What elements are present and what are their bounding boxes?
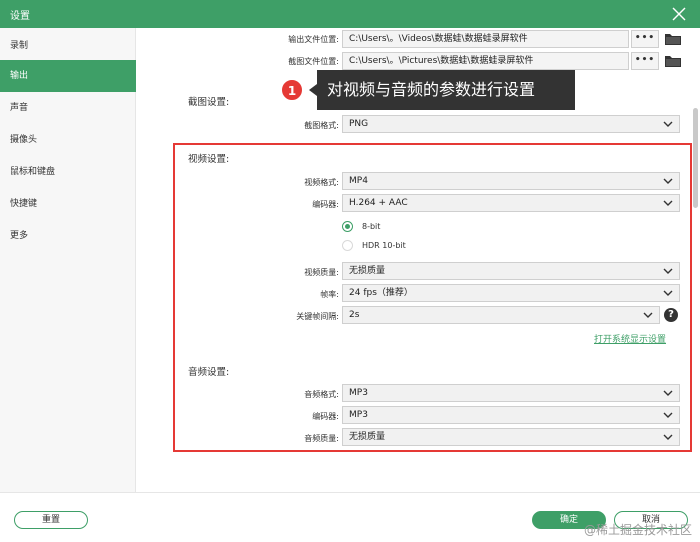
watermark: @稀土掘金技术社区 bbox=[583, 523, 692, 537]
keyframe-interval-label: 关键帧间隔: bbox=[296, 312, 339, 321]
sidebar-item-output[interactable]: 输出 bbox=[0, 60, 136, 92]
chevron-down-icon bbox=[643, 312, 653, 318]
sidebar-item-hotkeys[interactable]: 快捷键 bbox=[0, 188, 136, 220]
chevron-down-icon bbox=[663, 121, 673, 127]
select-value: MP4 bbox=[349, 176, 368, 186]
sidebar-item-label: 鼠标和键盘 bbox=[10, 167, 56, 177]
sidebar-item-sound[interactable]: 声音 bbox=[0, 92, 136, 124]
chevron-down-icon bbox=[663, 290, 673, 296]
sidebar-item-label: 录制 bbox=[10, 41, 29, 51]
select-value: PNG bbox=[349, 119, 369, 129]
select-value: H.264 + AAC bbox=[349, 198, 408, 208]
chevron-down-icon bbox=[663, 390, 673, 396]
select-value: 无损质量 bbox=[349, 266, 386, 276]
help-icon[interactable]: ? bbox=[664, 308, 678, 322]
sidebar-item-camera[interactable]: 摄像头 bbox=[0, 124, 136, 156]
sidebar-item-label: 快捷键 bbox=[10, 199, 38, 209]
audio-encoder-label: 编码器: bbox=[312, 412, 339, 421]
video-encoder-label: 编码器: bbox=[312, 200, 339, 209]
dialog-footer: 重置 确定 取消 @稀土掘金技术社区 bbox=[0, 492, 700, 542]
chevron-down-icon bbox=[663, 268, 673, 274]
video-format-select[interactable]: MP4 bbox=[342, 172, 680, 190]
video-encoder-select[interactable]: H.264 + AAC bbox=[342, 194, 680, 212]
audio-format-select[interactable]: MP3 bbox=[342, 384, 680, 402]
reset-button[interactable]: 重置 bbox=[14, 511, 88, 529]
chevron-down-icon bbox=[663, 200, 673, 206]
sidebar-item-label: 更多 bbox=[10, 231, 29, 241]
select-value: 2s bbox=[349, 310, 360, 320]
screenshot-path-field[interactable]: C:\Users\。\Pictures\数据蛙\数据蛙录屏软件 bbox=[342, 52, 629, 70]
callout-arrow bbox=[309, 84, 317, 96]
screenshot-format-select[interactable]: PNG bbox=[342, 115, 680, 133]
output-path-field[interactable]: C:\Users\。\Videos\数据蛙\数据蛙录屏软件 bbox=[342, 30, 629, 48]
screenshot-path-label: 截图文件位置: bbox=[288, 57, 339, 66]
chevron-down-icon bbox=[663, 412, 673, 418]
content-scrollbar[interactable] bbox=[693, 108, 698, 208]
bit-depth-8bit-label: 8-bit bbox=[362, 222, 381, 231]
select-value: 无损质量 bbox=[349, 432, 386, 442]
annotation-callout: 1 对视频与音频的参数进行设置 bbox=[281, 70, 575, 110]
screenshot-settings-title: 截图设置: bbox=[188, 97, 230, 108]
sidebar-item-label: 摄像头 bbox=[10, 135, 38, 145]
video-format-label: 视频格式: bbox=[304, 178, 339, 187]
audio-format-label: 音频格式: bbox=[304, 390, 339, 399]
sidebar-item-mouse-keyboard[interactable]: 鼠标和键盘 bbox=[0, 156, 136, 188]
sidebar-item-record[interactable]: 录制 bbox=[0, 30, 136, 62]
sidebar-item-label: 声音 bbox=[10, 103, 29, 113]
select-value: MP3 bbox=[349, 388, 368, 398]
audio-encoder-select[interactable]: MP3 bbox=[342, 406, 680, 424]
bit-depth-8bit-radio[interactable] bbox=[342, 221, 353, 232]
chevron-down-icon bbox=[663, 178, 673, 184]
keyframe-interval-select[interactable]: 2s bbox=[342, 306, 660, 324]
video-quality-label: 视频质量: bbox=[304, 268, 339, 277]
bit-depth-hdr10-label: HDR 10-bit bbox=[362, 241, 406, 250]
select-value: 24 fps（推荐） bbox=[349, 288, 413, 298]
screenshot-format-label: 截图格式: bbox=[304, 121, 339, 130]
sidebar-item-more[interactable]: 更多 bbox=[0, 220, 136, 252]
folder-icon[interactable] bbox=[664, 53, 682, 69]
audio-quality-label: 音频质量: bbox=[304, 434, 339, 443]
video-quality-select[interactable]: 无损质量 bbox=[342, 262, 680, 280]
screenshot-path-browse-button[interactable]: ••• bbox=[631, 52, 659, 70]
framerate-select[interactable]: 24 fps（推荐） bbox=[342, 284, 680, 302]
chevron-down-icon bbox=[663, 434, 673, 440]
video-settings-title: 视频设置: bbox=[188, 154, 230, 165]
framerate-label: 帧率: bbox=[320, 290, 339, 299]
folder-icon[interactable] bbox=[664, 31, 682, 47]
settings-sidebar: 录制 输出 声音 摄像头 鼠标和键盘 快捷键 更多 bbox=[0, 28, 136, 492]
close-icon[interactable] bbox=[668, 3, 690, 25]
sidebar-item-label: 输出 bbox=[10, 71, 29, 81]
select-value: MP3 bbox=[349, 410, 368, 420]
output-path-label: 输出文件位置: bbox=[288, 35, 339, 44]
bit-depth-hdr10-radio[interactable] bbox=[342, 240, 353, 251]
display-settings-link[interactable]: 打开系统显示设置 bbox=[594, 332, 666, 345]
callout-text: 对视频与音频的参数进行设置 bbox=[317, 70, 575, 110]
audio-quality-select[interactable]: 无损质量 bbox=[342, 428, 680, 446]
audio-settings-title: 音频设置: bbox=[188, 367, 230, 378]
title-bar: 设置 bbox=[0, 0, 700, 28]
window-title: 设置 bbox=[10, 11, 30, 22]
output-path-browse-button[interactable]: ••• bbox=[631, 30, 659, 48]
step-badge: 1 bbox=[281, 79, 303, 101]
